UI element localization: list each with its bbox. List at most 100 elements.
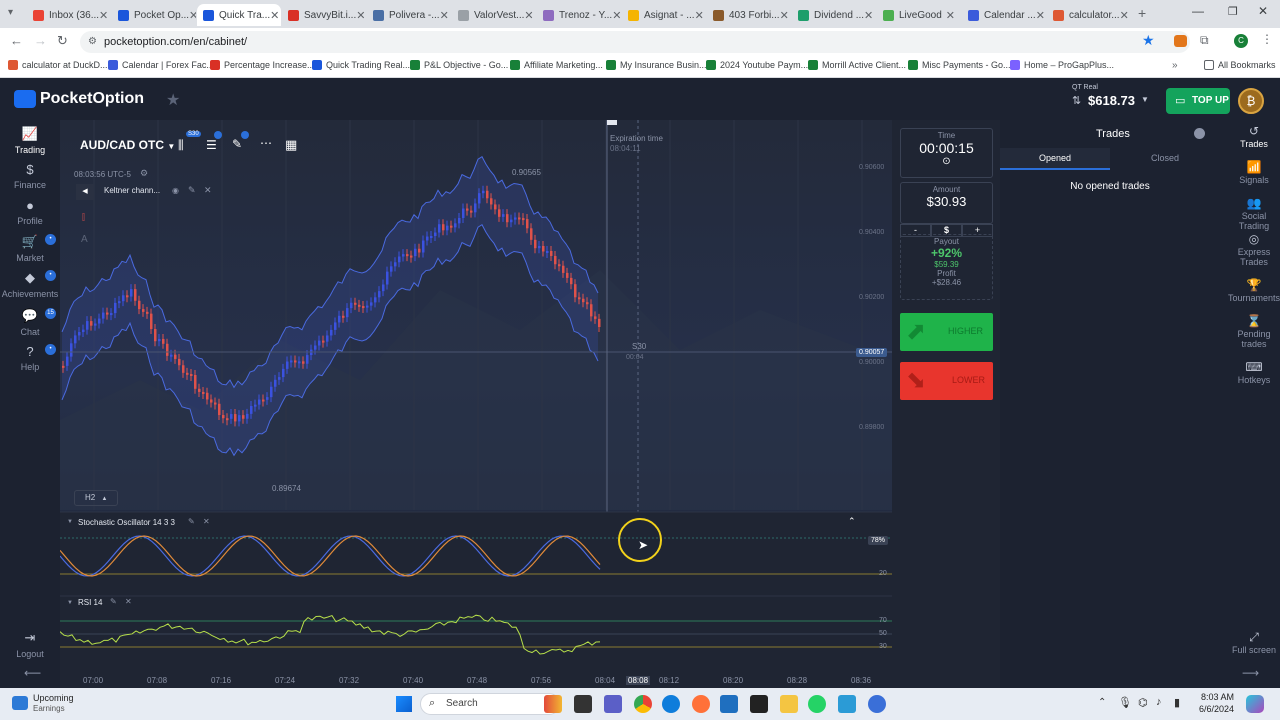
chart-canvas[interactable]: [60, 120, 892, 688]
tab-search-icon[interactable]: ▾: [8, 7, 13, 18]
remove-indicator-icon[interactable]: ✕: [204, 185, 212, 196]
clock-icon[interactable]: ⊙: [901, 156, 992, 167]
teams-icon[interactable]: [604, 695, 622, 713]
bookmark-item[interactable]: P&L Objective - Go...: [410, 60, 508, 70]
edit-indicator-icon[interactable]: ✎: [188, 185, 196, 196]
bookmark-item[interactable]: Home – ProGapPlus...: [1010, 60, 1114, 70]
right-nav-social-trading[interactable]: 👥 Social Trading: [1228, 197, 1280, 231]
tab-close-icon[interactable]: ✕: [864, 9, 873, 22]
battery-icon[interactable]: ▮: [1174, 696, 1180, 709]
tab-close-icon[interactable]: ✕: [946, 9, 955, 22]
file-explorer-icon[interactable]: [780, 695, 798, 713]
whatsapp-icon[interactable]: [808, 695, 826, 713]
edge-icon[interactable]: [662, 695, 680, 713]
browser-tab[interactable]: Pocket Op... ✕: [112, 4, 196, 26]
account-balance[interactable]: $618.73: [1088, 93, 1135, 108]
bookmark-item[interactable]: 2024 Youtube Paym...: [706, 60, 808, 70]
time-value[interactable]: 00:00:15: [901, 140, 992, 156]
eye-icon[interactable]: ◉: [172, 186, 179, 195]
browser-tab[interactable]: SavvyBit.i... ✕: [282, 4, 366, 26]
drawings-button[interactable]: ✎: [232, 131, 249, 151]
browser-tab[interactable]: Trenoz - Y... ✕: [537, 4, 621, 26]
user-avatar[interactable]: ₿: [1238, 88, 1264, 114]
bookmark-item[interactable]: Quick Trading Real...: [312, 60, 410, 70]
nav-item-trading[interactable]: 📈 Trading: [0, 126, 60, 155]
nav-item-finance[interactable]: $ Finance: [0, 162, 60, 190]
windows-start-icon[interactable]: [396, 696, 412, 712]
bookmark-item[interactable]: Misc Payments - Go...: [908, 60, 1011, 70]
browser-tab[interactable]: Inbox (36... ✕: [27, 4, 111, 26]
rsi-collapse-icon[interactable]: ▼: [67, 600, 73, 606]
clock-date[interactable]: 6/6/2024: [1190, 704, 1234, 714]
logout-button[interactable]: ⇥ Logout: [0, 630, 60, 659]
chart-type-button[interactable]: ⫼ S30: [178, 131, 201, 153]
tab-close-icon[interactable]: ✕: [612, 9, 621, 22]
browser-tab[interactable]: Quick Tra... ✕: [197, 4, 281, 26]
lower-button[interactable]: ⬊ LOWER: [900, 362, 993, 400]
balance-dropdown-icon[interactable]: ▼: [1141, 95, 1149, 104]
firefox-icon[interactable]: [692, 695, 710, 713]
right-nav-signals[interactable]: 📶 Signals: [1228, 161, 1280, 185]
top-up-button[interactable]: ▭ TOP UP: [1166, 88, 1230, 114]
bookmarks-overflow-icon[interactable]: »: [1172, 60, 1178, 71]
extensions-icon[interactable]: ⧉: [1200, 33, 1209, 48]
url-input[interactable]: ⚙ pocketoption.com/en/cabinet/: [80, 31, 1190, 53]
amount-selector[interactable]: Amount $30.93: [900, 182, 993, 224]
tab-close-icon[interactable]: ✕: [1036, 9, 1045, 22]
tray-overflow-icon[interactable]: ⌃: [1098, 697, 1106, 708]
network-icon[interactable]: ⌬: [1138, 696, 1148, 709]
bookmark-item[interactable]: Calendar | Forex Fac...: [108, 60, 214, 70]
brand-name[interactable]: PocketOption: [40, 90, 144, 108]
nav-item-profile[interactable]: ● Profile: [0, 198, 60, 226]
browser-menu-icon[interactable]: ⋮: [1261, 32, 1273, 46]
app-icon[interactable]: [838, 695, 856, 713]
all-bookmarks[interactable]: All Bookmarks: [1204, 60, 1276, 70]
edit-rsi-icon[interactable]: ✎: [110, 597, 117, 606]
right-nav-trades[interactable]: ↺ Trades: [1228, 125, 1280, 149]
tab-close-icon[interactable]: ✕: [356, 9, 365, 22]
settings-app-icon[interactable]: [868, 695, 886, 713]
taskbar-search[interactable]: ⌕ Search: [420, 693, 560, 715]
text-tool-icon[interactable]: A: [81, 234, 88, 245]
tab-close-icon[interactable]: ✕: [780, 9, 789, 22]
taskbar-app-colorful-icon[interactable]: [544, 695, 562, 713]
collapse-arrow-icon[interactable]: ⟵: [24, 666, 41, 680]
remove-rsi-icon[interactable]: ✕: [125, 597, 132, 606]
right-nav-express-trades[interactable]: ◎ Express Trades: [1228, 233, 1280, 267]
site-info-icon[interactable]: ⚙: [88, 31, 97, 53]
full-screen-button[interactable]: ⤢ Full screen: [1228, 631, 1280, 655]
close-window-button[interactable]: ✕: [1258, 4, 1268, 18]
tab-close-icon[interactable]: ✕: [189, 9, 196, 22]
bookmark-item[interactable]: calculator at DuckD...: [8, 60, 108, 70]
new-tab-button[interactable]: +: [1138, 5, 1146, 21]
settings-gear-icon[interactable]: ⚙: [140, 168, 148, 179]
edit-stochastic-icon[interactable]: ✎: [188, 517, 195, 526]
tab-closed[interactable]: Closed: [1110, 148, 1220, 170]
terminal-icon[interactable]: [750, 695, 768, 713]
right-nav-tournaments[interactable]: 🏆 Tournaments: [1228, 279, 1280, 303]
bookmark-item[interactable]: Affiliate Marketing...: [510, 60, 603, 70]
minimize-button[interactable]: —: [1192, 4, 1204, 18]
browser-tab[interactable]: Dividend ... ✕: [792, 4, 876, 26]
tab-close-icon[interactable]: ✕: [99, 9, 108, 22]
browser-tab[interactable]: Asignat - ... ✕: [622, 4, 706, 26]
right-nav-pending-trades[interactable]: ⌛ Pending trades: [1228, 315, 1280, 349]
bookmark-item[interactable]: My Insurance Busin...: [606, 60, 707, 70]
indicator-collapse-button[interactable]: ◀: [76, 184, 94, 200]
clock-time[interactable]: 8:03 AM: [1196, 692, 1234, 702]
task-view-icon[interactable]: [574, 695, 592, 713]
tab-close-icon[interactable]: ✕: [440, 9, 449, 22]
brand-logo-icon[interactable]: [14, 90, 36, 108]
time-selector[interactable]: Time 00:00:15 ⊙: [900, 128, 993, 178]
bookmark-item[interactable]: Morrill Active Client...: [808, 60, 906, 70]
copilot-icon[interactable]: [1246, 695, 1264, 713]
chrome-icon[interactable]: [634, 695, 652, 713]
more-options-icon[interactable]: ⋯: [260, 136, 272, 150]
volume-icon[interactable]: ♪: [1156, 696, 1162, 708]
trades-settings-icon[interactable]: [1194, 128, 1205, 139]
browser-tab[interactable]: Polivera -... ✕: [367, 4, 451, 26]
browser-tab[interactable]: 403 Forbi... ✕: [707, 4, 791, 26]
tab-close-icon[interactable]: ✕: [524, 9, 533, 22]
timeframe-selector[interactable]: H2 ▲: [74, 490, 118, 506]
profile-avatar[interactable]: C: [1234, 34, 1248, 48]
